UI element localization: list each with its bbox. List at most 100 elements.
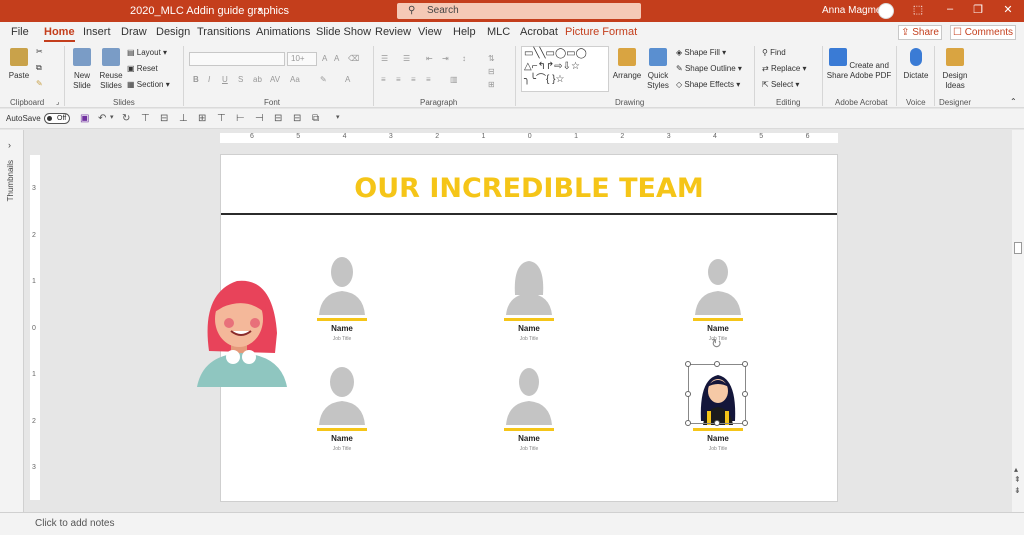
scrollbar-thumb[interactable] — [1014, 242, 1022, 254]
resize-handle[interactable] — [685, 391, 691, 397]
horizontal-ruler[interactable]: 6 5 4 3 2 1 0 1 2 3 4 5 6 — [220, 133, 838, 143]
minimize-button[interactable]: – — [940, 3, 960, 15]
bold-button[interactable]: B — [193, 75, 199, 85]
distribute-vertical-icon[interactable]: ⊟ — [293, 113, 301, 124]
member-job-title[interactable]: Job Title — [688, 446, 748, 452]
bullets-icon[interactable]: ☰ — [381, 54, 388, 64]
underline-button[interactable]: U — [222, 75, 228, 85]
window-title[interactable]: 2020_MLC Addin guide graphics — [130, 5, 289, 17]
section-button[interactable]: ▦ Section ▾ — [127, 80, 170, 90]
highlight-icon[interactable]: ✎ — [320, 75, 327, 85]
change-case-button[interactable]: Aa — [290, 75, 300, 85]
tab-transitions[interactable]: Transitions — [197, 26, 250, 38]
title-dropdown-icon[interactable]: ▾ — [258, 5, 262, 14]
autosave-toggle[interactable]: Off — [44, 113, 70, 124]
member-name[interactable]: Name — [499, 434, 559, 443]
group-icon[interactable]: ⧉ — [312, 113, 319, 124]
tab-mlc[interactable]: MLC — [487, 26, 510, 38]
slide-title[interactable]: OUR INCREDIBLE TEAM — [221, 173, 837, 204]
tab-design[interactable]: Design — [156, 26, 190, 38]
shape-outline-button[interactable]: ✎ Shape Outline ▾ — [676, 64, 742, 74]
decrease-indent-icon[interactable]: ⇤ — [426, 54, 433, 64]
format-painter-icon[interactable]: ✎ — [36, 79, 43, 89]
arrange-button[interactable]: Arrange — [612, 48, 642, 81]
clipboard-launcher-icon[interactable]: ⌟ — [56, 98, 59, 108]
comments-button[interactable]: ☐ Comments — [950, 25, 1016, 40]
tab-acrobat[interactable]: Acrobat — [520, 26, 558, 38]
shapes-gallery[interactable]: ▭╲╲▭◯▭◯ △⌐↰↱⇨⇩☆ ╮╰⌒{ }☆ — [521, 46, 609, 92]
strikethrough-button[interactable]: S — [238, 75, 243, 85]
rotate-handle-icon[interactable]: ↻ — [711, 336, 722, 352]
align-right-icon[interactable]: ≡ — [411, 75, 416, 85]
reset-button[interactable]: ▣ Reset — [127, 64, 158, 74]
resize-handle[interactable] — [714, 420, 720, 426]
customize-qat-icon[interactable]: ▾ — [336, 113, 340, 121]
member-job-title[interactable]: Job Title — [312, 336, 372, 342]
new-slide-button[interactable]: New Slide — [68, 48, 96, 91]
resize-handle[interactable] — [742, 391, 748, 397]
team-member-2[interactable]: Name Job Title — [499, 255, 559, 342]
redo-icon[interactable]: ↻ — [122, 113, 130, 124]
search-box[interactable]: ⚲ Search — [397, 3, 641, 19]
tab-animations[interactable]: Animations — [256, 26, 310, 38]
notes-placeholder[interactable]: Click to add notes — [35, 518, 115, 529]
font-size-combo[interactable]: 10+ — [287, 52, 317, 66]
align-bottom-icon[interactable]: ⊥ — [179, 113, 188, 124]
notes-pane[interactable]: Click to add notes — [0, 512, 1024, 535]
thumbnails-pane[interactable]: › Thumbnails — [0, 130, 24, 512]
text-direction-icon[interactable]: ⇅ — [488, 54, 495, 64]
avatar[interactable] — [878, 3, 894, 19]
distribute-icon[interactable]: ⊤ — [217, 113, 226, 124]
numbering-icon[interactable]: ☰ — [403, 54, 410, 64]
increase-font-icon[interactable]: A — [322, 54, 327, 64]
vertical-ruler[interactable]: 3 2 1 0 1 2 3 — [30, 155, 40, 500]
previous-slide-icon[interactable]: ⇞ — [1014, 475, 1021, 484]
member-job-title[interactable]: Job Title — [499, 446, 559, 452]
layout-button[interactable]: ▤ Layout ▾ — [127, 48, 167, 58]
design-ideas-button[interactable]: Design Ideas — [938, 48, 972, 91]
align-text-icon[interactable]: ⊟ — [488, 67, 495, 77]
find-button[interactable]: ⚲ Find — [762, 48, 786, 58]
decrease-font-icon[interactable]: A — [334, 54, 339, 64]
next-slide-icon[interactable]: ⇟ — [1014, 486, 1021, 495]
quick-styles-button[interactable]: Quick Styles — [644, 48, 672, 91]
shape-fill-button[interactable]: ◈ Shape Fill ▾ — [676, 48, 726, 58]
resize-handle[interactable] — [742, 420, 748, 426]
tab-slide-show[interactable]: Slide Show — [316, 26, 371, 38]
slide-canvas[interactable]: OUR INCREDIBLE TEAM Name Job Title Name … — [220, 154, 838, 502]
selection-box[interactable] — [685, 361, 748, 426]
resize-handle[interactable] — [685, 420, 691, 426]
align-top-icon[interactable]: ⊤ — [141, 113, 150, 124]
dictate-button[interactable]: Dictate — [900, 48, 932, 81]
team-member-3[interactable]: Name Job Title — [688, 255, 748, 342]
distribute-horizontal-icon[interactable]: ⊟ — [274, 113, 282, 124]
char-spacing-button[interactable]: AV — [270, 75, 280, 85]
member-name[interactable]: Name — [312, 434, 372, 443]
woman-illustration[interactable] — [195, 273, 289, 387]
align-right-qat-icon[interactable]: ⊣ — [255, 113, 264, 124]
tab-help[interactable]: Help — [453, 26, 476, 38]
justify-icon[interactable]: ≡ — [426, 75, 431, 85]
line-spacing-icon[interactable]: ↕ — [462, 54, 466, 64]
font-color-button[interactable]: A — [345, 75, 350, 85]
resize-handle[interactable] — [742, 361, 748, 367]
close-button[interactable]: ✕ — [998, 3, 1018, 16]
font-name-combo[interactable] — [189, 52, 285, 66]
undo-icon[interactable]: ↶ — [98, 113, 106, 124]
columns-icon[interactable]: ▥ — [450, 75, 458, 85]
share-button[interactable]: ⇪ Share — [898, 25, 942, 40]
member-name[interactable]: Name — [688, 324, 748, 333]
shadow-button[interactable]: ab — [253, 75, 262, 85]
align-middle-icon[interactable]: ⊟ — [160, 113, 168, 124]
member-job-title[interactable]: Job Title — [312, 446, 372, 452]
save-icon[interactable]: ▣ — [80, 113, 89, 124]
select-button[interactable]: ⇱ Select ▾ — [762, 80, 799, 90]
replace-button[interactable]: ⇄ Replace ▾ — [762, 64, 807, 74]
tab-file[interactable]: File — [11, 26, 29, 38]
member-name[interactable]: Name — [312, 324, 372, 333]
align-center-icon[interactable]: ⊞ — [198, 113, 206, 124]
ribbon-display-options-button[interactable]: ⬚ — [908, 3, 928, 16]
tab-picture-format[interactable]: Picture Format — [565, 26, 637, 38]
clear-formatting-icon[interactable]: ⌫ — [348, 54, 359, 64]
paste-button[interactable]: Paste — [6, 48, 32, 81]
